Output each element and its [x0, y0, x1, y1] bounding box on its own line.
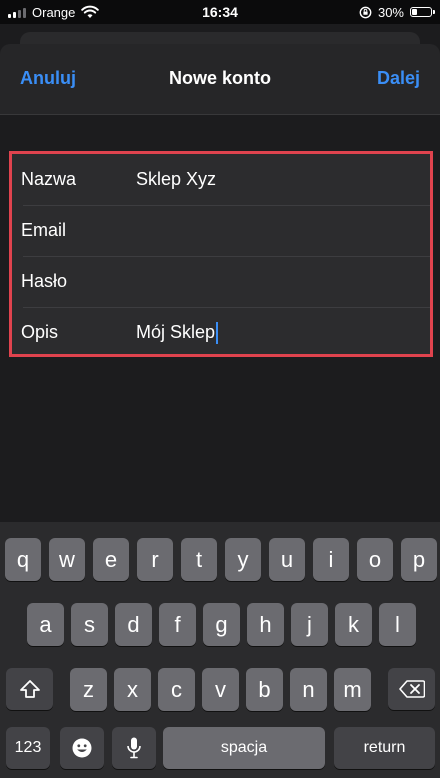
- page-title: Nowe konto: [169, 68, 271, 88]
- key-a[interactable]: a: [27, 603, 64, 646]
- status-bar: Orange 16:34 30%: [0, 0, 440, 24]
- emoji-key[interactable]: [60, 727, 104, 769]
- return-key[interactable]: return: [334, 727, 435, 769]
- numbers-key[interactable]: 123: [6, 727, 50, 769]
- new-account-sheet: Anuluj Nowe konto Dalej Nazwa Sklep Xyz …: [0, 44, 440, 564]
- name-input[interactable]: Sklep Xyz: [136, 169, 216, 190]
- key-v[interactable]: v: [202, 668, 239, 711]
- shift-icon: [19, 680, 40, 698]
- key-y[interactable]: y: [225, 538, 261, 581]
- key-i[interactable]: i: [313, 538, 349, 581]
- key-k[interactable]: k: [335, 603, 372, 646]
- description-input[interactable]: Mój Sklep: [136, 321, 219, 344]
- key-w[interactable]: w: [49, 538, 85, 581]
- name-input-value: Sklep Xyz: [136, 169, 217, 189]
- next-button[interactable]: Dalej: [377, 68, 420, 89]
- key-j[interactable]: j: [291, 603, 328, 646]
- key-h[interactable]: h: [247, 603, 284, 646]
- space-key[interactable]: spacja: [163, 727, 325, 769]
- battery-fill: [412, 9, 417, 15]
- shift-key[interactable]: [6, 668, 53, 710]
- key-p[interactable]: p: [401, 538, 437, 581]
- description-input-value: Mój Sklep: [136, 322, 216, 342]
- emoji-icon: [72, 738, 92, 758]
- microphone-icon: [127, 737, 141, 759]
- field-label-password: Hasło: [21, 271, 68, 291]
- battery-icon: [410, 7, 435, 17]
- key-z[interactable]: z: [70, 668, 107, 711]
- key-b[interactable]: b: [246, 668, 283, 711]
- microphone-key[interactable]: [112, 727, 156, 769]
- navigation-bar: Anuluj Nowe konto Dalej: [0, 44, 440, 115]
- backspace-key[interactable]: [388, 668, 435, 710]
- status-right: 30%: [359, 4, 435, 20]
- orientation-lock-icon: [359, 6, 372, 18]
- key-l[interactable]: l: [379, 603, 416, 646]
- key-s[interactable]: s: [71, 603, 108, 646]
- key-d[interactable]: d: [115, 603, 152, 646]
- field-label-description: Opis: [21, 322, 59, 342]
- key-o[interactable]: o: [357, 538, 393, 581]
- key-e[interactable]: e: [93, 538, 129, 581]
- keyboard: 123 spacja return qwertyuiop asdfghjkl zxc…: [0, 522, 440, 778]
- key-q[interactable]: q: [5, 538, 41, 581]
- field-row-email[interactable]: Email: [12, 205, 430, 256]
- key-c[interactable]: c: [158, 668, 195, 711]
- battery-percent: 30%: [377, 4, 404, 20]
- account-form: Nazwa Sklep Xyz Email Hasło Opis Mój Skl…: [9, 151, 433, 357]
- text-cursor: [216, 321, 219, 344]
- field-row-description[interactable]: Opis Mój Sklep: [12, 307, 430, 358]
- field-label-email: Email: [21, 220, 67, 240]
- field-row-name[interactable]: Nazwa Sklep Xyz: [12, 154, 430, 205]
- key-f[interactable]: f: [159, 603, 196, 646]
- key-x[interactable]: x: [114, 668, 151, 711]
- backspace-icon: [398, 680, 425, 698]
- field-row-password[interactable]: Hasło: [12, 256, 430, 307]
- field-label-name: Nazwa: [21, 169, 77, 189]
- key-n[interactable]: n: [290, 668, 327, 711]
- key-u[interactable]: u: [269, 538, 305, 581]
- key-g[interactable]: g: [203, 603, 240, 646]
- key-t[interactable]: t: [181, 538, 217, 581]
- key-m[interactable]: m: [334, 668, 371, 711]
- key-r[interactable]: r: [137, 538, 173, 581]
